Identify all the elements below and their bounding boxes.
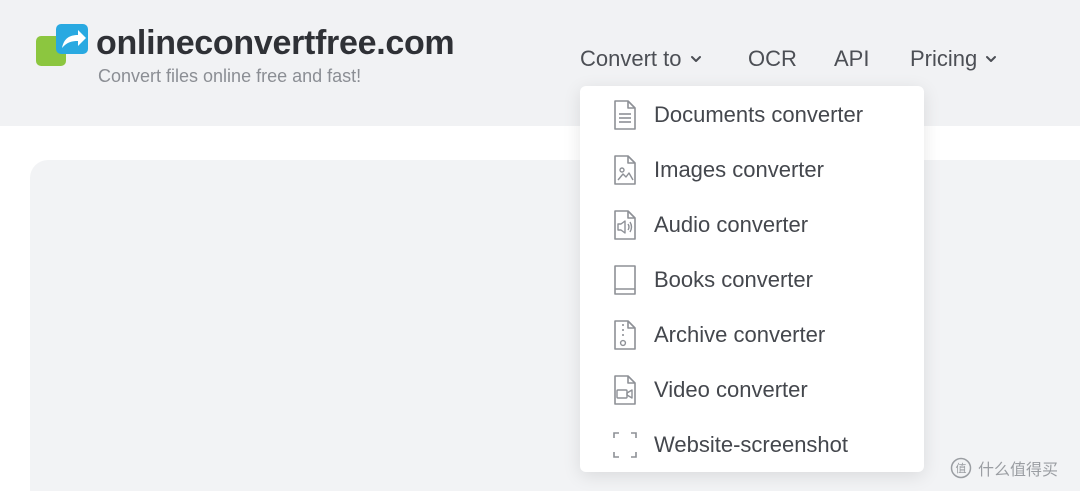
menu-item-images-converter[interactable]: Images converter — [580, 143, 924, 197]
menu-item-audio-converter[interactable]: Audio converter — [580, 198, 924, 252]
convert-to-dropdown-menu: Documents converter Images converter Aud… — [580, 86, 924, 472]
watermark-logo-icon: 值 — [950, 457, 972, 479]
logo-icon[interactable] — [36, 24, 88, 68]
menu-item-label: Audio converter — [654, 212, 809, 237]
chevron-down-icon — [986, 56, 997, 62]
menu-item-archive-converter[interactable]: Archive converter — [580, 308, 924, 362]
nav-pricing[interactable]: Pricing — [910, 46, 997, 72]
nav-convert-to[interactable]: Convert to — [580, 46, 702, 72]
audio-file-icon — [614, 210, 636, 240]
nav-ocr-label: OCR — [748, 46, 797, 71]
document-icon — [614, 100, 636, 130]
menu-item-label: Archive converter — [654, 322, 826, 347]
svg-text:值: 值 — [956, 462, 967, 475]
nav-api[interactable]: API — [834, 46, 869, 72]
video-file-icon — [614, 375, 636, 405]
brand-name[interactable]: onlineconvertfree.com — [96, 24, 455, 63]
nav-pricing-label: Pricing — [910, 46, 978, 71]
watermark: 值 什么值得买 — [950, 456, 1058, 480]
menu-item-label: Website-screenshot — [654, 432, 849, 457]
chevron-down-icon — [690, 56, 701, 62]
menu-item-label: Images converter — [654, 157, 824, 182]
menu-item-label: Video converter — [654, 377, 808, 402]
brand-tagline: Convert files online free and fast! — [98, 66, 362, 86]
menu-item-books-converter[interactable]: Books converter — [580, 253, 924, 307]
book-icon — [614, 265, 636, 295]
menu-item-documents-converter[interactable]: Documents converter — [580, 88, 924, 142]
menu-item-video-converter[interactable]: Video converter — [580, 363, 924, 417]
nav-ocr[interactable]: OCR — [748, 46, 797, 72]
menu-item-label: Documents converter — [654, 102, 864, 127]
nav-convert-to-label: Convert to — [580, 46, 682, 71]
archive-file-icon — [614, 320, 636, 350]
menu-item-website-screenshot[interactable]: Website-screenshot — [580, 418, 924, 472]
menu-item-label: Books converter — [654, 267, 813, 292]
screenshot-frame-icon — [613, 432, 637, 458]
watermark-text: 什么值得买 — [978, 462, 1059, 479]
nav-api-label: API — [834, 46, 870, 71]
image-file-icon — [614, 155, 636, 185]
